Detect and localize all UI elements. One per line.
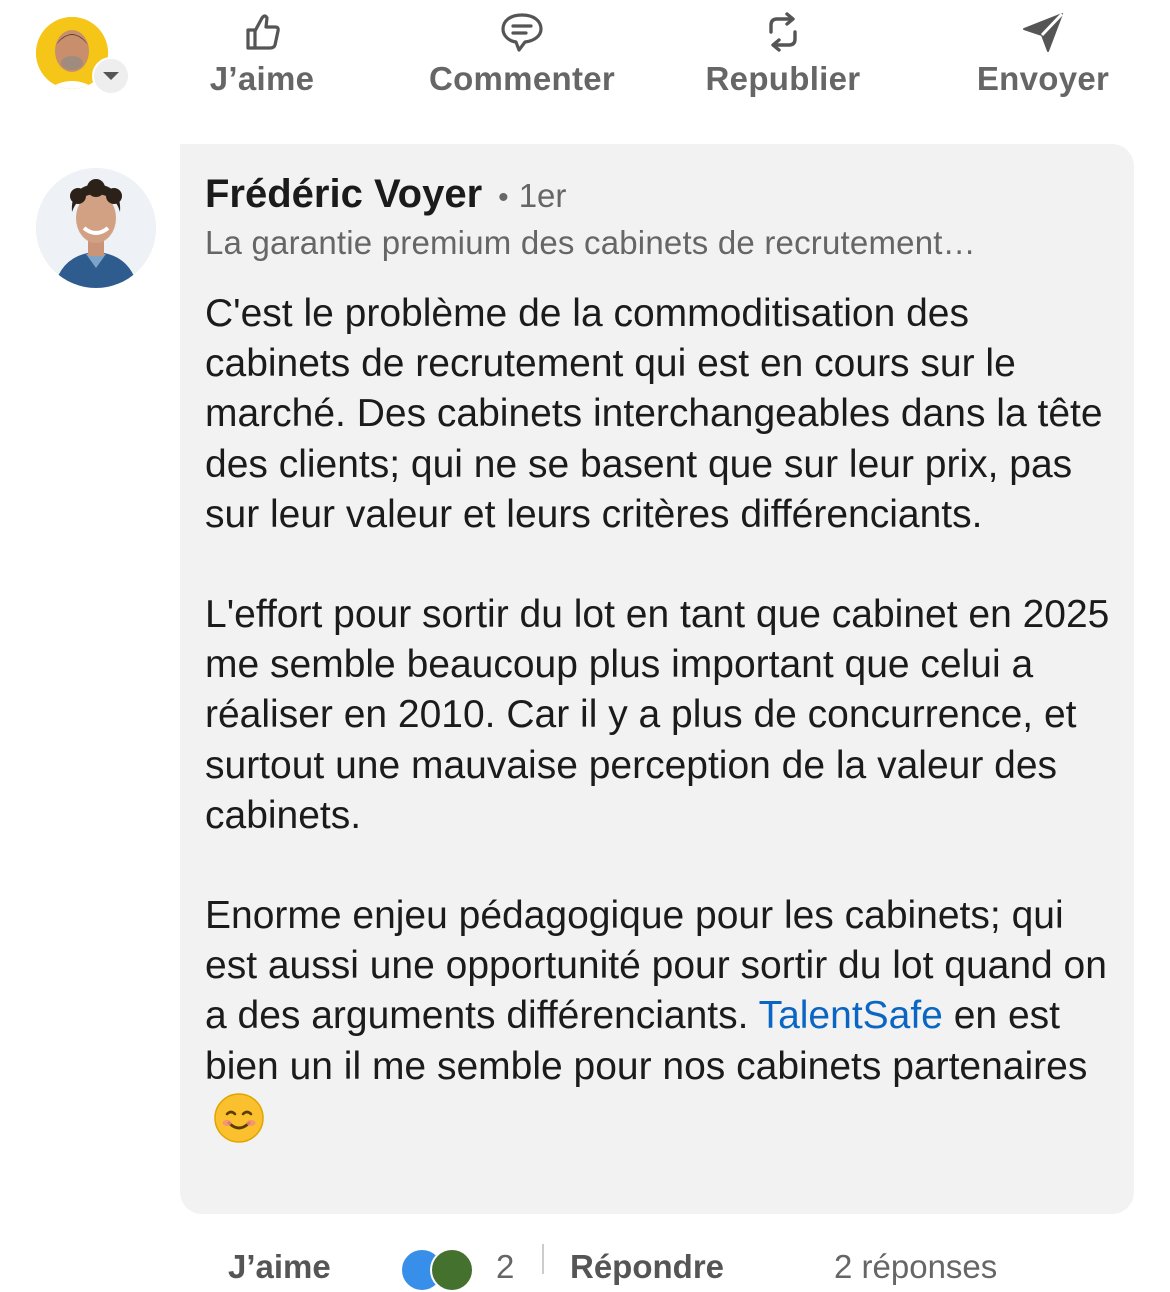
reaction-icons[interactable] [400, 1248, 480, 1292]
send-button[interactable]: Envoyer [972, 8, 1114, 98]
author-line: Frédéric Voyer • 1er [205, 172, 566, 217]
post-action-bar: J’aime Commenter Republier Envoyer [0, 0, 1170, 110]
repost-button[interactable]: Republier [698, 8, 868, 98]
comment-paragraph: L'effort pour sortir du lot en tant que … [205, 593, 1110, 837]
connection-degree: 1er [518, 177, 567, 214]
send-label: Envoyer [976, 60, 1110, 97]
commenter-avatar-photo [36, 168, 156, 288]
commenter-avatar[interactable] [36, 168, 156, 288]
degree-separator: • [498, 181, 509, 214]
mention-link[interactable]: TalentSafe [759, 994, 943, 1037]
author-name[interactable]: Frédéric Voyer [205, 172, 482, 217]
repost-label: Republier [705, 60, 861, 97]
smiling-face-icon [213, 1092, 265, 1157]
comment-button[interactable]: Commenter [418, 8, 626, 98]
comment-footer: J’aime 2 Répondre 2 réponses [0, 1238, 1170, 1292]
repost-arrows-icon [759, 8, 807, 56]
actor-switcher[interactable] [36, 17, 130, 95]
replies-count-link[interactable]: 2 réponses [834, 1248, 997, 1286]
support-reaction-icon [430, 1248, 474, 1292]
speech-bubble-icon [498, 8, 546, 56]
author-headline: La garantie premium des cabinets de recr… [205, 224, 976, 261]
footer-divider [542, 1244, 544, 1274]
like-button[interactable]: J’aime [204, 8, 320, 98]
comment-like-button[interactable]: J’aime [228, 1248, 331, 1286]
caret-down-icon [92, 57, 130, 95]
comment-bubble: Frédéric Voyer • 1er La garantie premium… [180, 144, 1134, 1214]
paper-plane-icon [1019, 8, 1067, 56]
comment-label: Commenter [428, 60, 616, 97]
thumbs-up-icon [238, 8, 286, 56]
comment-paragraph: C'est le problème de la commoditisation … [205, 292, 1103, 536]
like-label: J’aime [209, 60, 315, 97]
reply-button[interactable]: Répondre [570, 1248, 724, 1286]
comment-paragraph: Enorme enjeu pédagogique pour les cabine… [205, 891, 1110, 1157]
comment-text: C'est le problème de la commoditisation … [205, 289, 1110, 1157]
reaction-count[interactable]: 2 [496, 1248, 514, 1286]
